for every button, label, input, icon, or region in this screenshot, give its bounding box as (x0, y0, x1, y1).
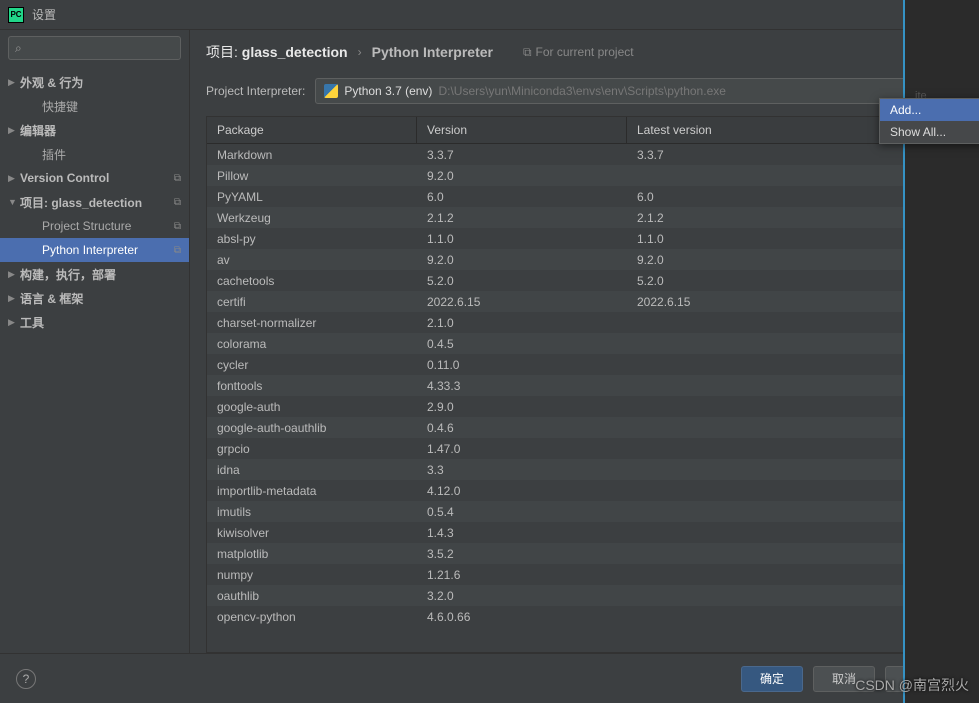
table-row[interactable]: matplotlib3.5.2 (207, 543, 932, 564)
sidebar-item-label: 快捷键 (42, 98, 181, 115)
tree-arrow-icon: ▶ (8, 293, 20, 304)
dialog-footer: ? 确定 取消 应用(A) (0, 653, 979, 703)
table-row[interactable]: google-auth-oauthlib0.4.6 (207, 417, 932, 438)
package-tools: ＋ － ▲ ◉ (932, 117, 962, 652)
window-title: 设置 (32, 6, 941, 23)
table-row[interactable]: av9.2.09.2.0 (207, 249, 932, 270)
sidebar-item-label: 编辑器 (20, 122, 181, 139)
sidebar-item[interactable]: ▶语言 & 框架 (0, 286, 189, 310)
sidebar-item[interactable]: ▼项目: glass_detection⧉ (0, 190, 189, 214)
table-row[interactable]: kiwisolver1.4.3 (207, 522, 932, 543)
search-icon: ⌕ (15, 41, 22, 56)
table-row[interactable]: absl-py1.1.01.1.0 (207, 228, 932, 249)
sidebar-item[interactable]: ▶工具 (0, 310, 189, 334)
remove-package-button[interactable]: － (941, 153, 955, 173)
sidebar-item[interactable]: Python Interpreter⧉ (0, 238, 189, 262)
table-row[interactable]: fonttools4.33.3 (207, 375, 932, 396)
sidebar-item-label: 外观 & 行为 (20, 74, 181, 91)
table-row[interactable]: oauthlib3.2.0 (207, 585, 932, 606)
sidebar-item[interactable]: 快捷键 (0, 94, 189, 118)
table-row[interactable]: google-auth2.9.0 (207, 396, 932, 417)
table-row[interactable]: certifi2022.6.152022.6.15 (207, 291, 932, 312)
sidebar-item-label: 语言 & 框架 (20, 290, 181, 307)
search-input[interactable]: ⌕ (8, 36, 181, 60)
copy-icon: ⧉ (523, 45, 532, 60)
sidebar-item-label: Version Control (20, 171, 174, 185)
sidebar-item[interactable]: ▶编辑器 (0, 118, 189, 142)
table-row[interactable]: cachetools5.2.05.2.0 (207, 270, 932, 291)
packages-table[interactable]: Package Version Latest version Markdown3… (207, 117, 932, 652)
tree-arrow-icon: ▶ (8, 125, 20, 136)
tree-arrow-icon: ▼ (8, 197, 20, 207)
for-project-label: ⧉ For current project (523, 45, 634, 60)
sidebar-item-label: 构建，执行，部署 (20, 266, 181, 283)
chevron-down-icon: ▼ (909, 86, 918, 96)
watermark: CSDN @南宫烈火 (855, 675, 969, 695)
upgrade-package-button[interactable]: ▲ (941, 183, 955, 199)
show-all-interpreters-item[interactable]: Show All... (880, 121, 979, 143)
table-header: Package Version Latest version (207, 117, 932, 144)
sidebar-item[interactable]: ▶外观 & 行为 (0, 70, 189, 94)
sidebar-item-label: 插件 (42, 146, 181, 163)
tree-arrow-icon: ▶ (8, 173, 20, 184)
tree-arrow-icon: ▶ (8, 269, 20, 280)
sidebar-item-label: 工具 (20, 314, 181, 331)
title-bar: PC 设置 ✕ (0, 0, 979, 30)
table-row[interactable]: Pillow9.2.0 (207, 165, 932, 186)
gear-icon: ⚙ (945, 84, 956, 98)
add-interpreter-item[interactable]: Add... (880, 99, 979, 121)
sidebar-item[interactable]: ▶Version Control⧉ (0, 166, 189, 190)
table-row[interactable]: idna3.3 (207, 459, 932, 480)
tree-arrow-icon: ▶ (8, 317, 20, 328)
pycharm-icon: PC (8, 7, 24, 23)
page-title: Python Interpreter (372, 44, 493, 60)
interpreter-popup: Add... Show All... (879, 98, 979, 144)
copy-icon: ⧉ (174, 221, 181, 232)
copy-icon: ⧉ (174, 173, 181, 184)
table-row[interactable]: PyYAML6.06.0 (207, 186, 932, 207)
sidebar-item-label: 项目: glass_detection (20, 194, 174, 211)
table-row[interactable]: imutils0.5.4 (207, 501, 932, 522)
table-row[interactable]: charset-normalizer2.1.0 (207, 312, 932, 333)
copy-icon: ⧉ (174, 245, 181, 256)
sidebar-item-label: Project Structure (42, 219, 174, 233)
settings-sidebar: ⌕ ▶外观 & 行为快捷键▶编辑器插件▶Version Control⧉▼项目:… (0, 30, 190, 653)
ok-button[interactable]: 确定 (741, 666, 803, 692)
interpreter-label: Project Interpreter: (206, 84, 305, 98)
interpreter-select[interactable]: Python 3.7 (env) D:\Users\yun\Miniconda3… (315, 78, 927, 104)
help-button[interactable]: ? (16, 669, 36, 689)
tree-arrow-icon: ▶ (8, 77, 20, 88)
table-row[interactable]: grpcio1.47.0 (207, 438, 932, 459)
table-row[interactable]: opencv-python4.6.0.66 (207, 606, 932, 627)
sidebar-item-label: Python Interpreter (42, 243, 174, 257)
table-row[interactable]: colorama0.4.5 (207, 333, 932, 354)
table-row[interactable]: numpy1.21.6 (207, 564, 932, 585)
table-row[interactable]: cycler0.11.0 (207, 354, 932, 375)
table-row[interactable]: Werkzeug2.1.22.1.2 (207, 207, 932, 228)
show-early-releases-button[interactable]: ◉ (941, 209, 953, 226)
sidebar-item[interactable]: 插件 (0, 142, 189, 166)
python-icon (324, 84, 338, 98)
table-row[interactable]: importlib-metadata4.12.0 (207, 480, 932, 501)
sidebar-item[interactable]: ▶构建，执行，部署 (0, 262, 189, 286)
breadcrumb: 项目: glass_detection › Python Interpreter… (190, 30, 979, 70)
table-row[interactable]: Markdown3.3.73.3.7 (207, 144, 932, 165)
settings-content: 项目: glass_detection › Python Interpreter… (190, 30, 979, 653)
sidebar-item[interactable]: Project Structure⧉ (0, 214, 189, 238)
close-icon[interactable]: ✕ (941, 6, 971, 23)
copy-icon: ⧉ (174, 197, 181, 208)
